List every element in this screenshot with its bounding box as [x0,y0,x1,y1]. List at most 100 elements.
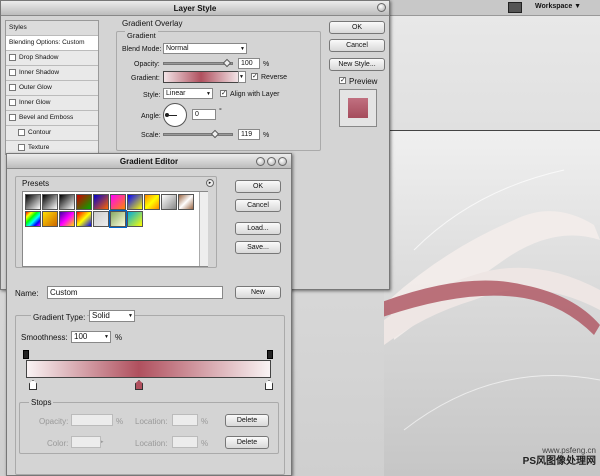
preset-swatch[interactable] [59,211,75,227]
preset-swatch[interactable] [109,210,127,228]
workspace-menu[interactable]: Workspace ▼ [535,2,581,11]
opacity-slider[interactable] [163,58,233,68]
stop-color-location-input[interactable] [172,436,198,448]
inner-glow-checkbox[interactable] [9,98,16,106]
minimize-icon[interactable] [256,157,265,166]
zoom-icon[interactable] [267,157,276,166]
preview-label: Preview [349,77,378,86]
close-icon[interactable] [377,3,386,12]
preset-swatch[interactable] [178,194,194,210]
gradient-subtitle: Gradient [125,31,158,40]
styles-item-drop-shadow[interactable]: Drop Shadow [6,51,98,66]
editor-cancel-button[interactable]: Cancel [235,199,281,212]
styles-item-bevel[interactable]: Bevel and Emboss [6,111,98,126]
document-canvas[interactable] [384,130,600,476]
load-button[interactable]: Load... [235,222,281,235]
smoothness-label: Smoothness: [21,333,68,342]
texture-checkbox[interactable] [18,143,25,151]
angle-input[interactable]: 0 [192,109,216,120]
outer-glow-checkbox[interactable] [9,83,16,91]
style-label: Style: [143,92,161,99]
align-label: Align with Layer [230,91,280,98]
window-controls [254,156,287,171]
stop-color-location-unit: % [201,439,209,448]
preset-swatch[interactable] [42,211,58,227]
style-select[interactable]: Linear [163,88,213,99]
presets-menu-icon[interactable]: ▸ [206,179,214,187]
close-icon[interactable] [278,157,287,166]
preset-swatch[interactable] [144,194,160,210]
preset-swatch[interactable] [76,211,92,227]
preset-swatch[interactable] [161,194,177,210]
preset-swatch[interactable] [93,211,109,227]
artwork-image [384,169,600,431]
new-style-button[interactable]: New Style... [329,58,385,71]
name-label: Name: [15,289,39,298]
stop-color-swatch[interactable] [71,436,101,448]
preset-swatches [23,192,199,229]
save-button[interactable]: Save... [235,241,281,254]
gradient-bar[interactable] [26,360,271,378]
drop-shadow-checkbox[interactable] [9,53,16,61]
preset-swatch[interactable] [59,194,75,210]
contour-checkbox[interactable] [18,128,25,136]
styles-item-inner-glow[interactable]: Inner Glow [6,96,98,111]
preset-swatch[interactable] [25,194,41,210]
scale-unit: % [263,132,270,139]
smoothness-input[interactable]: 100 [71,331,111,343]
preset-swatch[interactable] [42,194,58,210]
styles-header[interactable]: Styles [6,21,98,36]
opacity-stop-left[interactable] [23,350,29,359]
blend-mode-select[interactable]: Normal [163,43,247,54]
editor-ok-button[interactable]: OK [235,180,281,193]
opacity-input[interactable]: 100 [238,58,260,69]
styles-item-label: Drop Shadow [19,54,59,61]
opacity-stop-right[interactable] [267,350,273,359]
layer-style-ok-button[interactable]: OK [329,21,385,34]
angle-label: Angle: [141,113,161,120]
options-bar: Workspace ▼ [380,0,600,16]
preset-swatch[interactable] [127,211,143,227]
scale-input[interactable]: 119 [238,129,260,140]
presets-scrollbar[interactable] [199,192,208,266]
stop-opacity-location-input[interactable] [172,414,198,426]
gradient-dropdown-arrow[interactable] [238,71,246,83]
gradient-editor-dialog: Gradient Editor Presets ▸ OK Cancel Load… [6,153,292,476]
opacity-unit: % [263,61,270,68]
bevel-checkbox[interactable] [9,113,16,121]
layer-style-cancel-button[interactable]: Cancel [329,39,385,52]
preset-swatch[interactable] [127,194,143,210]
preset-swatch[interactable] [76,194,92,210]
align-checkbox[interactable] [220,90,227,97]
reverse-checkbox[interactable] [251,73,258,80]
preset-swatch[interactable] [110,194,126,210]
preset-swatch[interactable] [93,194,109,210]
gradient-preview-swatch[interactable] [163,71,239,83]
gradient-editor-title: Gradient Editor [119,157,179,166]
gradient-type-select[interactable]: Solid [89,310,135,322]
scale-slider[interactable] [163,129,233,139]
stop-opacity-location-label: Location: [135,417,168,426]
new-button[interactable]: New [235,286,281,299]
styles-item-blending[interactable]: Blending Options: Custom [6,36,98,51]
stop-opacity-input[interactable] [71,414,113,426]
screen-mode-icon[interactable] [508,2,522,13]
styles-item-contour[interactable]: Contour [6,126,98,141]
styles-item-inner-shadow[interactable]: Inner Shadow [6,66,98,81]
preview-checkbox[interactable] [339,77,346,84]
delete-opacity-stop-button[interactable]: Delete [225,414,269,427]
opacity-label: Opacity: [134,61,160,68]
preview-swatch-fill [348,98,368,118]
angle-unit: ° [219,108,222,115]
angle-dial[interactable] [163,103,187,127]
gradient-editor-titlebar: Gradient Editor [7,154,291,169]
styles-item-outer-glow[interactable]: Outer Glow [6,81,98,96]
styles-item-label: Inner Shadow [19,69,60,76]
name-input[interactable]: Custom [47,286,223,299]
preset-swatch[interactable] [25,211,41,227]
canvas-divider [384,130,600,131]
inner-shadow-checkbox[interactable] [9,68,16,76]
delete-color-stop-button[interactable]: Delete [225,436,269,449]
watermark-url: www.psfeng.cn [542,446,596,455]
stop-color-dropdown-icon[interactable]: ▸ [101,436,107,448]
